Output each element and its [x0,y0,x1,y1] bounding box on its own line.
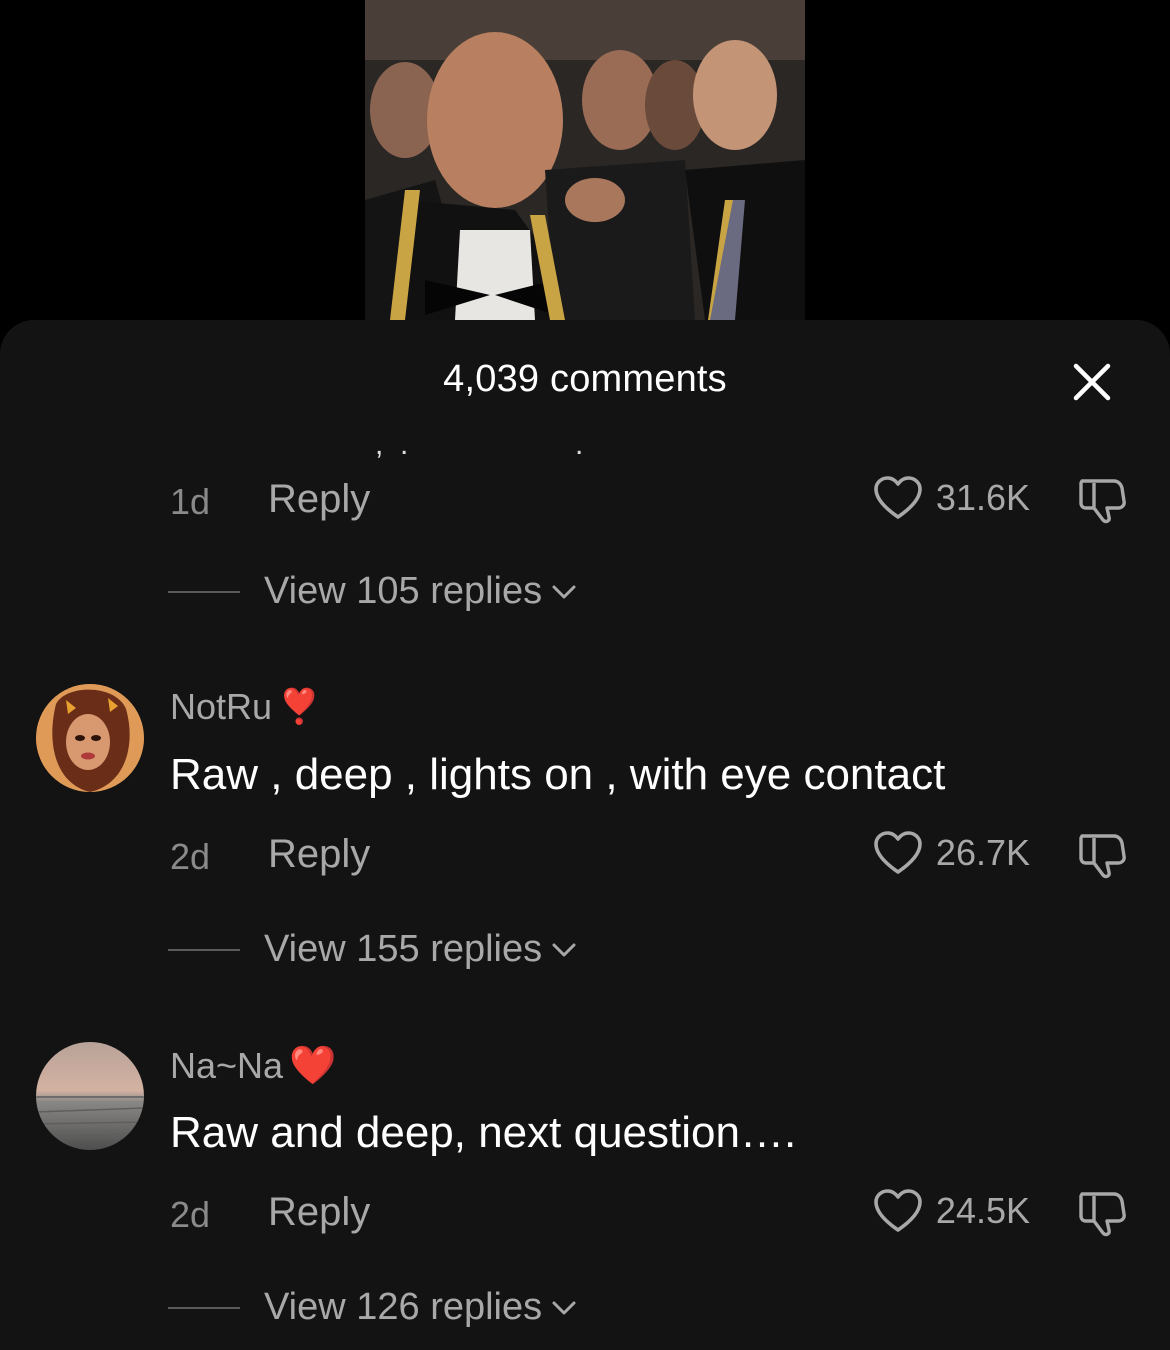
chevron-down-icon [552,943,576,956]
reply-button[interactable]: Reply [268,477,370,522]
avatar[interactable] [36,684,144,792]
heart-icon [874,1189,922,1232]
view-replies-button[interactable]: View 105 replies [168,570,578,613]
view-replies-button[interactable]: View 155 replies [168,928,578,971]
truncated-comment-text: , . . [375,428,584,461]
comment-username[interactable]: NotRu ❣️ [170,686,320,728]
comment-text: Raw and deep, next question…. [170,1108,797,1157]
like-button[interactable]: 31.6K [872,475,1030,521]
view-replies-label: View 126 replies [264,1286,543,1328]
video-background[interactable] [0,0,1170,330]
comment-time: 2d [170,836,211,877]
comment-meta-row: 1d Reply 31.6K [170,475,1130,525]
like-count: 24.5K [935,1190,1030,1231]
comment-text: Raw , deep , lights on , with eye contac… [170,750,946,799]
username-emoji: ❤️ [289,1045,337,1087]
reply-button[interactable]: Reply [268,832,370,877]
replies-divider-line [168,948,240,951]
thumbs-down-icon[interactable] [1074,830,1130,880]
like-button[interactable]: 26.7K [872,830,1030,876]
comment-meta-row: 2d Reply 24.5K [170,1188,1130,1238]
view-replies-label: View 105 replies [264,570,543,612]
view-replies-label: View 155 replies [264,928,543,970]
avatar[interactable] [36,1042,144,1150]
comments-count-title: 4,039 comments [443,358,727,400]
thumbs-down-icon[interactable] [1074,475,1130,525]
reply-button[interactable]: Reply [268,1190,370,1235]
heart-icon [874,476,922,519]
like-count: 26.7K [935,832,1030,873]
username-emoji: ❣️ [278,688,321,726]
comments-sheet: 4,039 comments , . . 1d Reply 31.6K View… [0,320,1170,1350]
comment-time: 2d [170,1194,211,1235]
comment-meta-row: 2d Reply 26.7K [170,830,1130,880]
comment-time: 1d [170,481,211,522]
username-text: NotRu [170,686,273,727]
chevron-down-icon [552,585,576,598]
video-thumbnail[interactable] [365,0,805,320]
thumbs-down-icon[interactable] [1074,1188,1130,1238]
like-button[interactable]: 24.5K [872,1188,1030,1234]
username-text: Na~Na [170,1045,284,1086]
chevron-down-icon [552,1301,576,1314]
view-replies-button[interactable]: View 126 replies [168,1286,578,1329]
comment-username[interactable]: Na~Na ❤️ [170,1044,336,1088]
replies-divider-line [168,590,240,593]
heart-icon [874,831,922,874]
close-icon[interactable] [1070,360,1114,404]
replies-divider-line [168,1306,240,1309]
like-count: 31.6K [935,477,1030,518]
